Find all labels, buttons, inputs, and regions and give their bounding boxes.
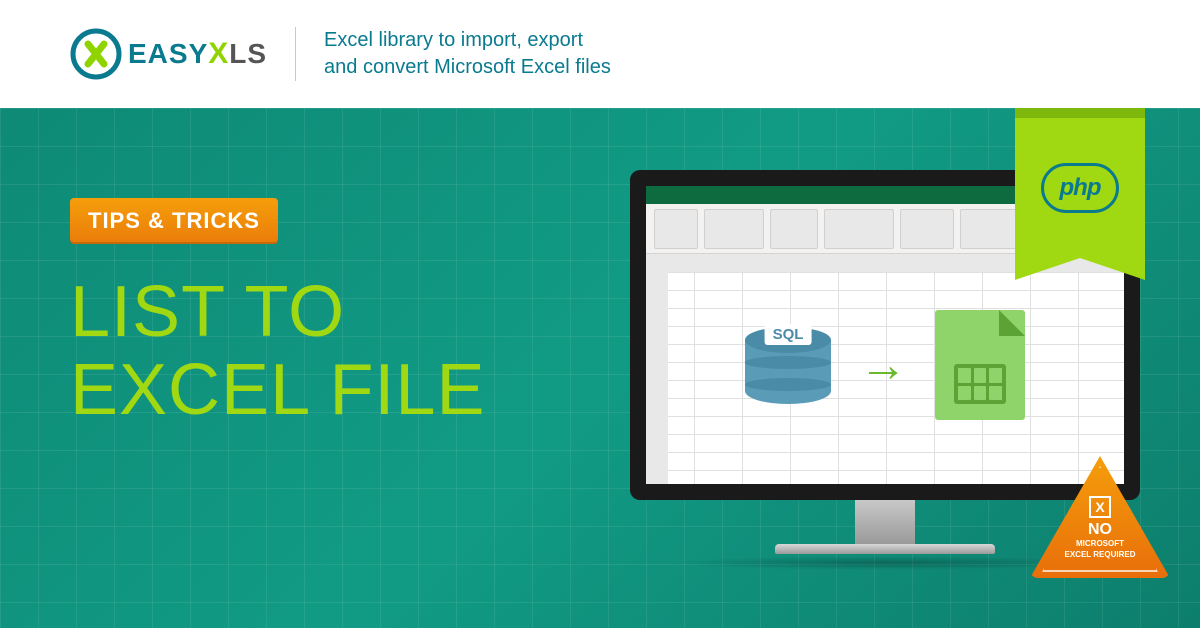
language-label: php: [1041, 163, 1120, 213]
brand-x: X: [208, 37, 229, 71]
monitor-neck: [855, 500, 915, 544]
spreadsheet-file-icon: [935, 310, 1025, 420]
header-divider: [295, 27, 296, 81]
monitor-base: [775, 544, 995, 554]
arrow-icon: →: [859, 338, 907, 393]
tagline-line2: and convert Microsoft Excel files: [324, 54, 611, 81]
hero-title: LIST TO EXCEL FILE: [70, 274, 486, 430]
sql-label: SQL: [765, 324, 812, 345]
ribbon-group: [704, 209, 764, 249]
no-excel-required-badge: X NO MICROSOFT EXCEL REQUIRED: [1030, 456, 1170, 578]
excel-grid: SQL →: [646, 254, 1124, 484]
ribbon-group: [770, 209, 818, 249]
conversion-diagram: SQL →: [646, 310, 1124, 420]
brand-wordmark: EASY X LS: [128, 37, 267, 71]
tagline-line1: Excel library to import, export: [324, 27, 611, 54]
language-ribbon: php: [1015, 108, 1145, 258]
hero-content: TIPS & TRICKS LIST TO EXCEL FILE: [70, 198, 486, 430]
warning-sub1: MICROSOFT: [1076, 540, 1124, 549]
warning-no: NO: [1088, 522, 1112, 538]
database-icon: SQL: [745, 327, 831, 404]
tagline: Excel library to import, export and conv…: [324, 27, 611, 81]
brand-ls: LS: [229, 38, 267, 70]
warning-sub2: EXCEL REQUIRED: [1065, 551, 1136, 560]
ribbon-group: [824, 209, 894, 249]
hero: php TIPS & TRICKS LIST TO EXCEL FILE: [0, 108, 1200, 628]
excel-x-icon: X: [1089, 496, 1111, 518]
brand-easy: EASY: [128, 38, 208, 70]
tips-tricks-badge: TIPS & TRICKS: [70, 198, 278, 244]
ribbon-group: [654, 209, 698, 249]
easyxls-logo-icon: [70, 28, 122, 80]
title-line1: LIST TO: [70, 274, 486, 352]
title-line2: EXCEL FILE: [70, 352, 486, 430]
brand-logo: EASY X LS: [70, 28, 267, 80]
header: EASY X LS Excel library to import, expor…: [0, 0, 1200, 108]
ribbon-group: [900, 209, 954, 249]
